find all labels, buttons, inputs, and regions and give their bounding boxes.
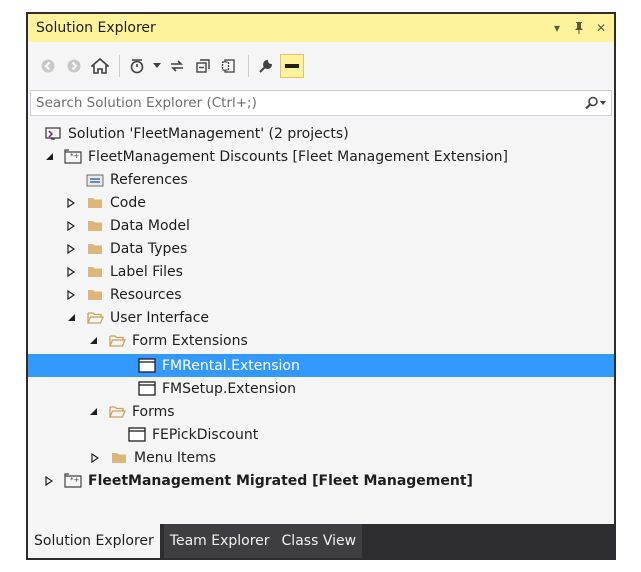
- tab-class-view[interactable]: Class View: [275, 524, 363, 558]
- tree-label: FEPickDiscount: [152, 426, 259, 443]
- collapsed-arrow-icon[interactable]: [42, 474, 56, 488]
- tree-label: FMRental.Extension: [162, 357, 300, 374]
- tree-row-solution[interactable]: Solution 'FleetManagement' (2 projects): [28, 122, 614, 145]
- tree-row-references[interactable]: References: [28, 168, 614, 191]
- form-extension-icon: [138, 381, 156, 397]
- search-icon[interactable]: [581, 96, 611, 110]
- tree-row-fepickdiscount[interactable]: FEPickDiscount: [28, 423, 614, 446]
- collapsed-arrow-icon[interactable]: [64, 265, 78, 279]
- tree-row-fmsetup-extension[interactable]: FMSetup.Extension: [28, 377, 614, 400]
- tree-row-code[interactable]: Code: [28, 191, 614, 214]
- show-all-files-icon[interactable]: [217, 54, 241, 78]
- tree-label: FleetManagement Discounts [Fleet Managem…: [88, 148, 508, 165]
- tree-label: Resources: [110, 286, 182, 303]
- collapsed-arrow-icon[interactable]: [64, 219, 78, 233]
- tree-label: FMSetup.Extension: [162, 380, 297, 397]
- pin-icon[interactable]: [570, 19, 588, 37]
- tree-label: FleetManagement Migrated [Fleet Manageme…: [88, 472, 473, 489]
- preview-selected-items-icon[interactable]: [280, 54, 304, 78]
- tree-label: Data Model: [110, 217, 190, 234]
- expanded-arrow-icon[interactable]: [86, 405, 100, 419]
- project-icon: *+: [64, 473, 82, 489]
- tool-window-tabs: Solution Explorer Team Explorer Class Vi…: [28, 524, 614, 558]
- collapsed-arrow-icon[interactable]: [88, 451, 102, 465]
- tab-solution-explorer[interactable]: Solution Explorer: [28, 524, 160, 558]
- chevron-down-icon[interactable]: [151, 54, 163, 78]
- folder-icon: [86, 287, 104, 303]
- tree-label: Code: [110, 194, 146, 211]
- tree-row-forms[interactable]: Forms: [28, 400, 614, 423]
- folder-open-icon: [108, 333, 126, 349]
- close-icon[interactable]: ✕: [592, 19, 610, 37]
- tree-label: User Interface: [110, 309, 210, 326]
- toolbar: [28, 42, 614, 90]
- folder-icon: [86, 264, 104, 280]
- svg-text:*+: *+: [70, 476, 80, 484]
- references-icon: [86, 172, 104, 188]
- collapsed-arrow-icon[interactable]: [64, 196, 78, 210]
- solution-explorer-window: Solution Explorer ▾ ✕ Search Solution Ex…: [26, 12, 616, 560]
- solution-tree: Solution 'FleetManagement' (2 projects) …: [28, 118, 614, 524]
- tree-row-data-types[interactable]: Data Types: [28, 237, 614, 260]
- toolbar-separator: [248, 55, 249, 77]
- tree-row-project-migrated[interactable]: *+ FleetManagement Migrated [Fleet Manag…: [28, 469, 614, 492]
- tree-label: Menu Items: [134, 449, 217, 466]
- folder-open-icon: [108, 404, 126, 420]
- solution-explorer-panel: Solution Explorer ▾ ✕ Search Solution Ex…: [28, 14, 614, 558]
- tree-label: Solution 'FleetManagement' (2 projects): [68, 125, 349, 142]
- folder-icon: [86, 195, 104, 211]
- panel-title-bar[interactable]: Solution Explorer ▾ ✕: [28, 14, 614, 42]
- home-icon[interactable]: [88, 54, 112, 78]
- tree-row-user-interface[interactable]: User Interface: [28, 306, 614, 329]
- tab-team-explorer[interactable]: Team Explorer: [163, 524, 276, 558]
- folder-icon: [110, 450, 128, 466]
- tree-row-resources[interactable]: Resources: [28, 283, 614, 306]
- pending-changes-filter-icon[interactable]: [125, 54, 149, 78]
- folder-icon: [86, 241, 104, 257]
- tree-row-data-model[interactable]: Data Model: [28, 214, 614, 237]
- folder-icon: [86, 218, 104, 234]
- svg-text:*+: *+: [70, 152, 80, 160]
- collapse-all-icon[interactable]: [191, 54, 215, 78]
- folder-open-icon: [86, 310, 104, 326]
- expanded-arrow-icon[interactable]: [42, 150, 56, 164]
- tree-label: Form Extensions: [132, 332, 248, 349]
- search-input[interactable]: [31, 94, 581, 112]
- tree-label: Label Files: [110, 263, 183, 280]
- solution-icon: [44, 126, 62, 142]
- expanded-arrow-icon[interactable]: [64, 311, 78, 325]
- form-extension-icon: [138, 358, 156, 374]
- tree-row-menu-items[interactable]: Menu Items: [28, 446, 614, 469]
- search-box: [30, 90, 612, 116]
- project-icon: *+: [64, 149, 82, 165]
- collapsed-arrow-icon[interactable]: [64, 288, 78, 302]
- panel-title: Solution Explorer: [36, 20, 156, 36]
- sync-with-document-icon[interactable]: [165, 54, 189, 78]
- tree-label: Forms: [132, 403, 175, 420]
- tree-label: Data Types: [110, 240, 188, 257]
- collapsed-arrow-icon[interactable]: [64, 242, 78, 256]
- form-icon: [128, 427, 146, 443]
- window-position-dropdown-icon[interactable]: ▾: [548, 19, 566, 37]
- tree-row-form-extensions[interactable]: Form Extensions: [28, 329, 614, 352]
- back-icon[interactable]: [36, 54, 60, 78]
- tree-row-label-files[interactable]: Label Files: [28, 260, 614, 283]
- tree-label: References: [110, 171, 188, 188]
- expanded-arrow-icon[interactable]: [86, 334, 100, 348]
- tree-row-fmrental-extension[interactable]: FMRental.Extension: [28, 354, 614, 377]
- toolbar-separator: [119, 55, 120, 77]
- tree-row-project-discounts[interactable]: *+ FleetManagement Discounts [Fleet Mana…: [28, 145, 614, 168]
- properties-wrench-icon[interactable]: [254, 54, 278, 78]
- forward-icon[interactable]: [62, 54, 86, 78]
